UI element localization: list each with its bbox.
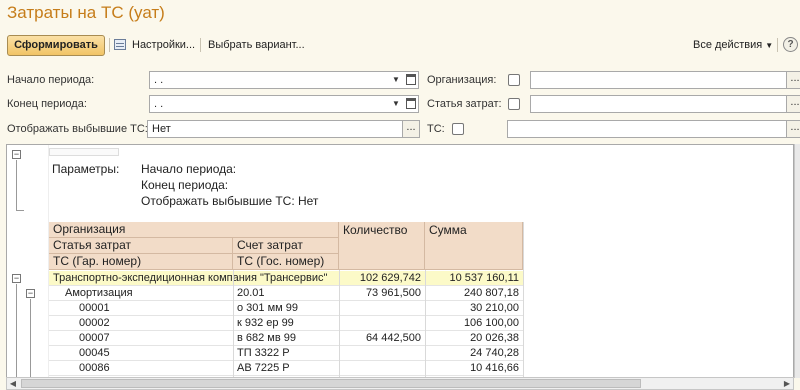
period-end-label: Конец периода: [7,98,87,110]
header-quantity: Количество [339,222,425,270]
tree-line [16,210,24,211]
row-name: 00002 [79,317,110,329]
cost-item-checkbox[interactable] [508,98,520,110]
row-sum: 106 100,00 [463,317,519,329]
calendar-icon[interactable] [406,74,416,85]
params-label: Параметры: [52,162,120,176]
settings-button[interactable]: Настройки... [132,39,195,51]
vehicle-checkbox[interactable] [452,123,464,135]
scroll-left-icon[interactable]: ◀ [7,378,19,389]
collapse-org-icon[interactable]: − [12,274,21,283]
vehicle-select-button[interactable]: ... [786,120,800,138]
period-end-field[interactable]: . . ▼ [149,95,419,113]
window-title: Затраты на ТС (уат) [7,3,165,22]
collapse-params-icon[interactable]: − [12,150,21,159]
tree-line [16,160,17,210]
vehicle-label: ТС: [427,123,445,135]
period-start-field[interactable]: . . ▼ [149,71,419,89]
horizontal-scrollbar[interactable]: ◀ ▶ [6,377,794,390]
row-sum: 20 026,38 [470,332,519,344]
tree-line [16,284,17,377]
header-vehicle-state: ТС (Гос. номер) [233,254,339,270]
header-organization: Организация [49,222,339,238]
row-sum: 30 210,00 [470,302,519,314]
chevron-down-icon: ▼ [765,41,774,50]
row-sum: 24 740,28 [470,347,519,359]
row-quantity: 64 442,500 [365,332,421,344]
toolbar-separator [200,38,201,52]
grid-top-cell [49,148,119,156]
choose-variant-button[interactable]: Выбрать вариант... [208,39,305,51]
grid-line [339,270,340,377]
cost-item-field[interactable] [530,95,788,113]
chevron-down-icon[interactable]: ▼ [390,96,402,112]
row-divider [49,375,523,376]
show-retired-value: Нет [152,123,171,135]
generate-button[interactable]: Сформировать [7,35,105,56]
all-actions-label: Все действия [693,39,763,51]
settings-icon[interactable] [114,39,126,50]
tree-gutter [7,145,49,377]
calendar-icon[interactable] [406,98,416,109]
row-name: 00007 [79,332,110,344]
grid-line [523,222,524,377]
cost-item-label: Статья затрат: [427,98,502,110]
organization-checkbox[interactable] [508,74,520,86]
toolbar-separator [109,38,110,52]
cost-item-select-button[interactable]: ... [786,95,800,113]
toolbar: Сформировать Настройки... Выбрать вариан… [0,31,800,57]
organization-label: Организация: [427,74,497,86]
vehicle-field[interactable] [507,120,788,138]
param-line: Отображать выбывшие ТС: Нет [141,194,319,208]
show-retired-label: Отображать выбывшие ТС: [7,123,148,135]
period-start-label: Начало периода: [7,74,95,86]
grid-line [425,270,426,377]
row-name: Амортизация [65,287,133,299]
scrollbar-thumb[interactable] [21,379,641,388]
tree-line [30,299,31,377]
row-quantity: 102 629,742 [359,272,421,284]
header-account: Счет затрат [233,238,339,254]
row-name: 00001 [79,302,110,314]
row-name: Транспортно-экспедиционная компания "Тра… [53,272,328,284]
row-name: 00045 [79,347,110,359]
row-account-or-plate: о 301 мм 99 [237,302,298,314]
header-cost-item: Статья затрат [49,238,233,254]
row-account-or-plate: ТП 3322 Р [237,347,290,359]
organization-select-button[interactable]: ... [786,71,800,89]
organization-field[interactable] [530,71,788,89]
row-sum: 10 537 160,11 [449,272,519,284]
row-sum: 10 416,66 [470,362,519,374]
show-retired-select-button[interactable]: ... [402,120,420,138]
report-spreadsheet[interactable]: − Параметры: Начало периода: Конец перио… [6,144,794,378]
row-account-or-plate: 20.01 [237,287,265,299]
help-icon[interactable]: ? [783,37,798,52]
collapse-cost-item-icon[interactable]: − [26,289,35,298]
row-quantity: 73 961,500 [365,287,421,299]
param-line: Начало периода: [141,162,237,176]
row-account-or-plate: к 932 ер 99 [237,317,294,329]
chevron-down-icon[interactable]: ▼ [390,72,402,88]
toolbar-separator [777,38,778,52]
header-sum: Сумма [425,222,523,270]
all-actions-menu[interactable]: Все действия ▼ [693,39,773,51]
param-line: Конец периода: [141,178,229,192]
show-retired-field[interactable]: Нет [147,120,403,138]
vertical-scrollbar[interactable] [794,144,800,378]
row-name: 00086 [79,362,110,374]
row-account-or-plate: в 682 мв 99 [237,332,297,344]
row-account-or-plate: АВ 7225 Р [237,362,290,374]
row-sum: 240 807,18 [463,287,519,299]
period-end-value: . . [154,98,164,110]
scroll-right-icon[interactable]: ▶ [781,378,793,389]
period-start-value: . . [154,74,164,86]
grid-line [233,270,234,377]
header-vehicle-garage: ТС (Гар. номер) [49,254,233,270]
